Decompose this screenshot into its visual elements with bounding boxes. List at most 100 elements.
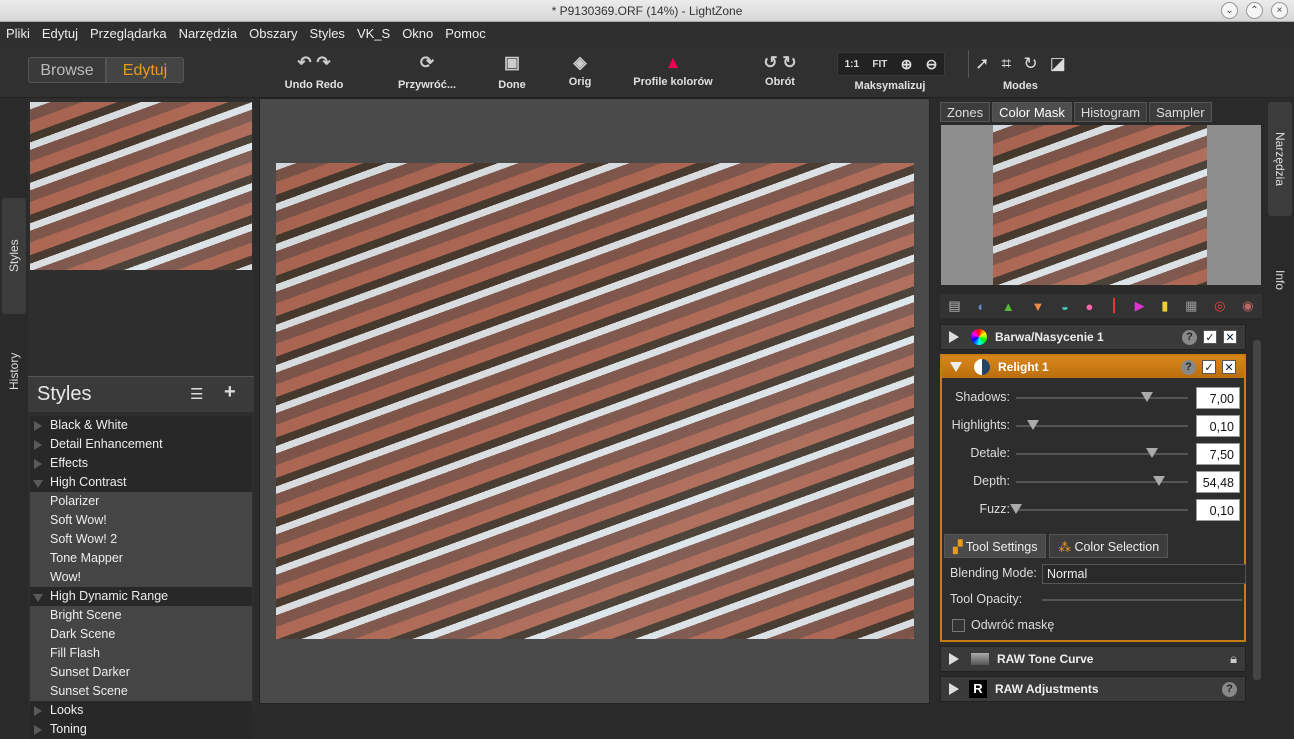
maximize-label[interactable]: Maksymalizuj [852,80,928,92]
target-icon[interactable]: ◎ [1214,298,1225,314]
hue-saturation-tool[interactable]: Barwa/Nasycenie 1 ? ✓ ✕ [940,324,1246,350]
info-side-tab[interactable]: Info [1268,260,1292,300]
tab-tool-settings[interactable]: ▞ Tool Settings [944,534,1047,558]
done-button[interactable]: ▣ Done [494,52,530,91]
expand-arrow-icon[interactable] [949,331,959,343]
history-side-tab[interactable]: History [2,336,26,406]
color-balance-icon[interactable]: ◒ [1061,299,1069,314]
crop-icon[interactable]: ⌗ [1002,54,1012,74]
slider-value-field[interactable]: 7,00 [1196,387,1240,409]
slider-track[interactable] [1016,453,1188,455]
tone-curve-icon[interactable]: ▤ [948,298,960,314]
list-view-icon[interactable]: ☰ [190,385,203,403]
red-eye-icon[interactable]: ◉ [1242,298,1253,314]
slider-value-field[interactable]: 54,48 [1196,471,1240,493]
channel-mixer-icon[interactable]: ▶ [1135,298,1145,314]
style-category[interactable]: Black & White [30,416,252,435]
expand-arrow-icon[interactable] [949,683,959,695]
menu-przegladarka[interactable]: Przeglądarka [90,26,167,41]
edit-tab[interactable]: Edytuj [106,57,184,83]
menu-obszary[interactable]: Obszary [249,26,297,41]
tools-scrollbar[interactable] [1252,326,1262,702]
slider-knob[interactable] [1145,448,1158,458]
style-category[interactable]: Toning [30,720,252,739]
tab-zones[interactable]: Zones [940,102,991,122]
slider-track[interactable] [1016,397,1188,399]
style-item[interactable]: Soft Wow! 2 [30,530,252,549]
style-category[interactable]: Looks [30,701,252,720]
noise-icon[interactable]: ▦ [1185,298,1197,314]
orig-button[interactable]: ◈ Orig [564,52,596,88]
style-item[interactable]: Dark Scene [30,625,252,644]
expand-arrow-icon[interactable] [34,421,42,431]
tools-side-tab[interactable]: Narzędzia [1268,102,1292,216]
color-profiles-button[interactable]: ▲ Profile kolorów [632,52,714,88]
zoom-in-icon[interactable]: ⊕ [901,56,913,73]
rotate-mode-icon[interactable]: ↻ [1023,54,1037,74]
styles-side-tab[interactable]: Styles [2,198,26,314]
style-item[interactable]: Sunset Darker [30,663,252,682]
slider-value-field[interactable]: 0,10 [1196,499,1240,521]
remove-tool-icon[interactable]: ✕ [1223,329,1237,344]
collapse-arrow-icon[interactable] [33,594,43,602]
style-item[interactable]: Soft Wow! [30,511,252,530]
style-category[interactable]: High Dynamic Range [30,587,252,606]
slider-value-field[interactable]: 0,10 [1196,415,1240,437]
invert-mask-row[interactable]: Odwróć maskę [952,618,1054,632]
tool-opacity-slider[interactable] [1042,599,1242,601]
zoom-fit-button[interactable]: FIT [872,59,887,70]
menu-pliki[interactable]: Pliki [6,26,30,41]
help-icon[interactable]: ? [1182,329,1197,345]
minimize-button[interactable]: ⌄ [1221,2,1238,19]
style-item[interactable]: Bright Scene [30,606,252,625]
remove-tool-icon[interactable]: ✕ [1222,359,1236,374]
expand-arrow-icon[interactable] [34,440,42,450]
slider-value-field[interactable]: 7,50 [1196,443,1240,465]
browse-tab[interactable]: Browse [28,57,106,83]
raw-adjustments-tool[interactable]: R RAW Adjustments ? [940,676,1246,702]
expand-arrow-icon[interactable] [34,725,42,735]
style-category[interactable]: High Contrast [30,473,252,492]
help-icon[interactable]: ? [1222,681,1237,697]
blending-mode-select[interactable]: Normal [1042,564,1246,584]
revert-button[interactable]: ⟳ Przywróć... [396,52,458,91]
slider-knob[interactable] [1140,392,1153,402]
relight-header[interactable]: Relight 1 ? ✓ ✕ [942,356,1244,378]
slider-knob[interactable] [1027,420,1040,430]
enable-checkbox[interactable]: ✓ [1203,329,1217,344]
enable-checkbox[interactable]: ✓ [1202,359,1216,374]
relight-icon[interactable]: ◐ [977,299,985,314]
menu-okno[interactable]: Okno [402,26,433,41]
expand-arrow-icon[interactable] [34,459,42,469]
menu-edytuj[interactable]: Edytuj [42,26,78,41]
invert-mask-checkbox[interactable] [952,618,965,632]
close-button[interactable]: × [1271,2,1288,19]
main-photo[interactable] [276,163,914,639]
tab-histogram[interactable]: Histogram [1073,102,1148,122]
zone-icon[interactable]: ▲ [1002,299,1015,314]
maximize-button[interactable]: ⌃ [1246,2,1263,19]
slider-knob[interactable] [1152,476,1165,486]
hue-saturation-icon[interactable]: ● [1086,299,1094,314]
style-item[interactable]: Tone Mapper [30,549,252,568]
style-item[interactable]: Fill Flash [30,644,252,663]
menu-vk-s[interactable]: VK_S [357,26,390,41]
undo-redo-button[interactable]: ↶ ↷ Undo Redo [284,52,344,91]
style-category[interactable]: Effects [30,454,252,473]
menu-pomoc[interactable]: Pomoc [445,26,485,41]
sharpen-icon[interactable]: ▼ [1031,299,1044,314]
slider-track[interactable] [1016,509,1188,511]
tab-color-mask[interactable]: Color Mask [992,102,1072,122]
add-style-icon[interactable]: + [224,381,236,404]
slider-knob[interactable] [1010,504,1022,514]
style-item[interactable]: Sunset Scene [30,682,252,701]
zoom-out-icon[interactable]: ⊖ [926,56,938,73]
style-item[interactable]: Wow! [30,568,252,587]
filter-icon[interactable]: ▮ [1161,298,1168,314]
collapse-arrow-icon[interactable] [33,480,43,488]
rotate-button[interactable]: ↺ ↻ Obrót [760,52,800,88]
arrow-cursor-icon[interactable]: ➚ [975,54,989,74]
menu-narzedzia[interactable]: Narzędzia [179,26,238,41]
raw-tone-curve-tool[interactable]: RAW Tone Curve 🔒︎ [940,646,1246,672]
image-canvas[interactable] [259,98,930,704]
